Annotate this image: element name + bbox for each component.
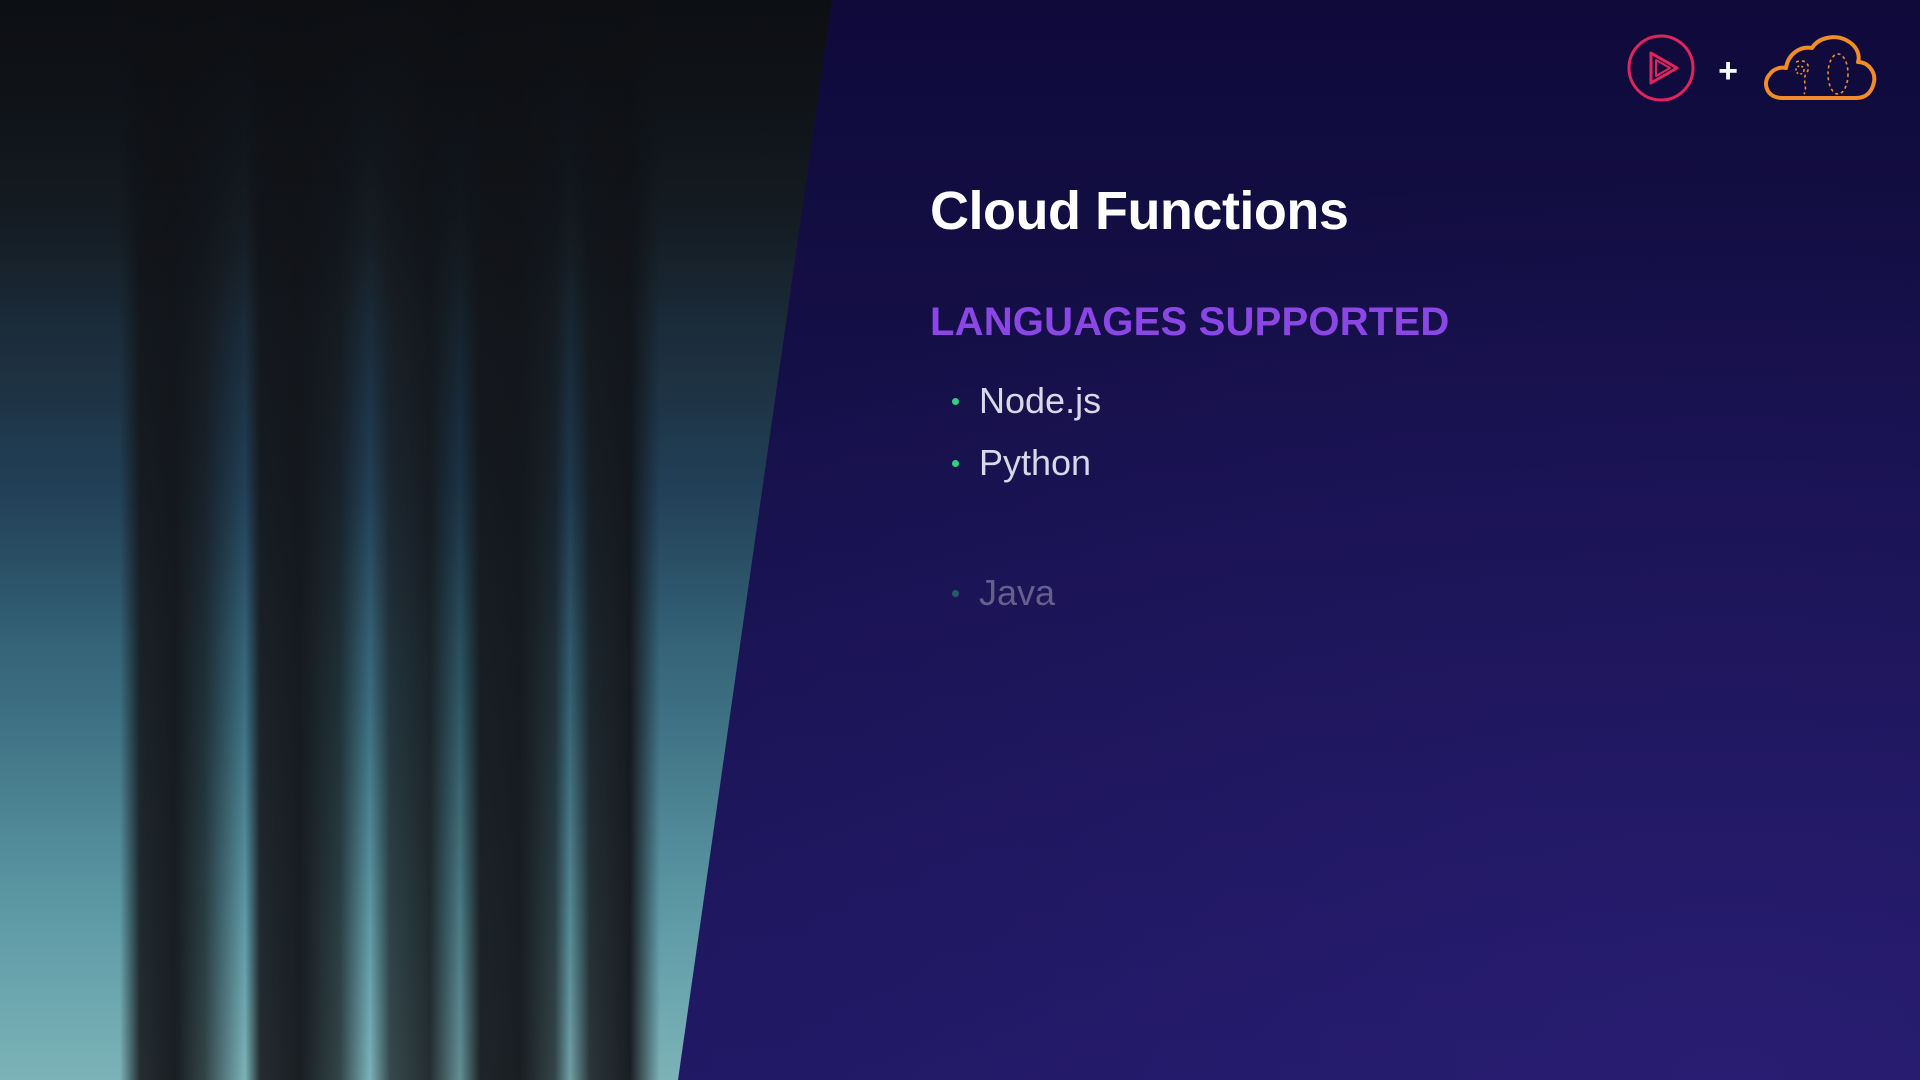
section-heading: LANGUAGES SUPPORTED	[930, 300, 1450, 344]
slide: + Cloud Functions LANGUAGES SUPPORTED No…	[0, 0, 1920, 1080]
bullet-icon	[952, 397, 959, 405]
bullet-icon	[952, 589, 959, 597]
language-label: Node.js	[979, 380, 1102, 421]
bullet-icon	[952, 459, 959, 467]
list-item: Python	[952, 442, 1091, 484]
pluralsight-play-icon	[1626, 33, 1696, 108]
plus-sign: +	[1718, 51, 1738, 90]
language-label: Python	[979, 442, 1092, 483]
list-item: Node.js	[952, 380, 1101, 422]
list-item: Java	[952, 572, 1055, 614]
acloud-guru-cloud-icon	[1760, 32, 1878, 109]
language-label: Java	[979, 572, 1056, 613]
slide-title: Cloud Functions	[930, 181, 1349, 241]
header-logos: +	[1626, 32, 1878, 109]
